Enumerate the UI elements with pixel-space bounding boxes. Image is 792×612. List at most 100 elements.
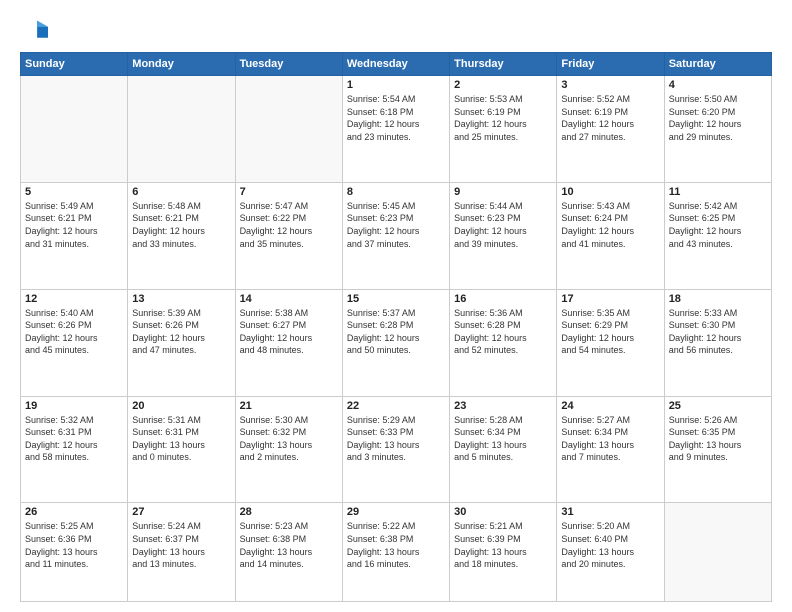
- calendar-cell: [664, 503, 771, 602]
- day-number: 27: [132, 506, 230, 518]
- calendar-cell: 19 Sunrise: 5:32 AM Sunset: 6:31 PM Dayli…: [21, 396, 128, 503]
- day-number: 8: [347, 186, 445, 198]
- day-info: Sunrise: 5:45 AM Sunset: 6:23 PM Dayligh…: [347, 200, 445, 250]
- day-info: Sunrise: 5:31 AM Sunset: 6:31 PM Dayligh…: [132, 414, 230, 464]
- page: SundayMondayTuesdayWednesdayThursdayFrid…: [0, 0, 792, 612]
- day-number: 17: [561, 293, 659, 305]
- weekday-header-row: SundayMondayTuesdayWednesdayThursdayFrid…: [21, 53, 772, 76]
- day-number: 21: [240, 400, 338, 412]
- calendar-cell: 22Sunrise: 5:29 AM Sunset: 6:33 PM Dayli…: [342, 396, 449, 503]
- calendar-cell: 16 Sunrise: 5:36 AM Sunset: 6:28 PM Dayli…: [450, 289, 557, 396]
- day-number: 6: [132, 186, 230, 198]
- calendar-cell: 21 Sunrise: 5:30 AM Sunset: 6:32 PM Dayli…: [235, 396, 342, 503]
- day-number: 9: [454, 186, 552, 198]
- day-number: 18: [669, 293, 767, 305]
- day-info: Sunrise: 5:32 AM Sunset: 6:31 PM Dayligh…: [25, 414, 123, 464]
- day-number: 30: [454, 506, 552, 518]
- weekday-header-friday: Friday: [557, 53, 664, 76]
- day-info: Sunrise: 5:38 AM Sunset: 6:27 PM Dayligh…: [240, 307, 338, 357]
- logo: [20, 16, 52, 44]
- calendar-cell: 30 Sunrise: 5:21 AM Sunset: 6:39 PM Dayli…: [450, 503, 557, 602]
- weekday-header-wednesday: Wednesday: [342, 53, 449, 76]
- day-number: 2: [454, 79, 552, 91]
- day-number: 14: [240, 293, 338, 305]
- day-info: Sunrise: 5:49 AM Sunset: 6:21 PM Dayligh…: [25, 200, 123, 250]
- day-number: 10: [561, 186, 659, 198]
- day-info: Sunrise: 5:21 AM Sunset: 6:39 PM Dayligh…: [454, 520, 552, 570]
- day-info: Sunrise: 5:28 AM Sunset: 6:34 PM Dayligh…: [454, 414, 552, 464]
- calendar-cell: 10 Sunrise: 5:43 AM Sunset: 6:24 PM Dayli…: [557, 182, 664, 289]
- day-info: Sunrise: 5:39 AM Sunset: 6:26 PM Dayligh…: [132, 307, 230, 357]
- calendar-cell: 24Sunrise: 5:27 AM Sunset: 6:34 PM Dayli…: [557, 396, 664, 503]
- calendar-cell: 9Sunrise: 5:44 AM Sunset: 6:23 PM Daylig…: [450, 182, 557, 289]
- day-info: Sunrise: 5:35 AM Sunset: 6:29 PM Dayligh…: [561, 307, 659, 357]
- day-number: 20: [132, 400, 230, 412]
- calendar-cell: 1 Sunrise: 5:54 AM Sunset: 6:18 PM Daylig…: [342, 76, 449, 183]
- calendar-cell: 17 Sunrise: 5:35 AM Sunset: 6:29 PM Dayli…: [557, 289, 664, 396]
- calendar-week-1: 1 Sunrise: 5:54 AM Sunset: 6:18 PM Daylig…: [21, 76, 772, 183]
- day-number: 5: [25, 186, 123, 198]
- day-number: 26: [25, 506, 123, 518]
- calendar-cell: 15 Sunrise: 5:37 AM Sunset: 6:28 PM Dayli…: [342, 289, 449, 396]
- calendar-cell: 25 Sunrise: 5:26 AM Sunset: 6:35 PM Dayli…: [664, 396, 771, 503]
- weekday-header-monday: Monday: [128, 53, 235, 76]
- day-number: 31: [561, 506, 659, 518]
- day-info: Sunrise: 5:24 AM Sunset: 6:37 PM Dayligh…: [132, 520, 230, 570]
- calendar-table: SundayMondayTuesdayWednesdayThursdayFrid…: [20, 52, 772, 602]
- calendar-cell: 20 Sunrise: 5:31 AM Sunset: 6:31 PM Dayli…: [128, 396, 235, 503]
- day-info: Sunrise: 5:23 AM Sunset: 6:38 PM Dayligh…: [240, 520, 338, 570]
- day-number: 7: [240, 186, 338, 198]
- day-info: Sunrise: 5:43 AM Sunset: 6:24 PM Dayligh…: [561, 200, 659, 250]
- day-number: 15: [347, 293, 445, 305]
- calendar-cell: [128, 76, 235, 183]
- calendar-cell: 23 Sunrise: 5:28 AM Sunset: 6:34 PM Dayli…: [450, 396, 557, 503]
- day-info: Sunrise: 5:26 AM Sunset: 6:35 PM Dayligh…: [669, 414, 767, 464]
- weekday-header-tuesday: Tuesday: [235, 53, 342, 76]
- calendar-cell: 3Sunrise: 5:52 AM Sunset: 6:19 PM Daylig…: [557, 76, 664, 183]
- calendar-cell: 27 Sunrise: 5:24 AM Sunset: 6:37 PM Dayli…: [128, 503, 235, 602]
- day-info: Sunrise: 5:33 AM Sunset: 6:30 PM Dayligh…: [669, 307, 767, 357]
- calendar-week-2: 5 Sunrise: 5:49 AM Sunset: 6:21 PM Daylig…: [21, 182, 772, 289]
- calendar-cell: [21, 76, 128, 183]
- weekday-header-thursday: Thursday: [450, 53, 557, 76]
- calendar-cell: 12Sunrise: 5:40 AM Sunset: 6:26 PM Dayli…: [21, 289, 128, 396]
- calendar-cell: 5 Sunrise: 5:49 AM Sunset: 6:21 PM Daylig…: [21, 182, 128, 289]
- calendar-cell: 31 Sunrise: 5:20 AM Sunset: 6:40 PM Dayli…: [557, 503, 664, 602]
- calendar-cell: 11Sunrise: 5:42 AM Sunset: 6:25 PM Dayli…: [664, 182, 771, 289]
- day-info: Sunrise: 5:37 AM Sunset: 6:28 PM Dayligh…: [347, 307, 445, 357]
- calendar-cell: 2 Sunrise: 5:53 AM Sunset: 6:19 PM Daylig…: [450, 76, 557, 183]
- day-number: 11: [669, 186, 767, 198]
- calendar-cell: 6 Sunrise: 5:48 AM Sunset: 6:21 PM Daylig…: [128, 182, 235, 289]
- logo-icon: [20, 16, 48, 44]
- day-number: 19: [25, 400, 123, 412]
- day-info: Sunrise: 5:53 AM Sunset: 6:19 PM Dayligh…: [454, 93, 552, 143]
- day-info: Sunrise: 5:54 AM Sunset: 6:18 PM Dayligh…: [347, 93, 445, 143]
- calendar-cell: 14 Sunrise: 5:38 AM Sunset: 6:27 PM Dayli…: [235, 289, 342, 396]
- calendar-cell: 26Sunrise: 5:25 AM Sunset: 6:36 PM Dayli…: [21, 503, 128, 602]
- calendar-cell: 13 Sunrise: 5:39 AM Sunset: 6:26 PM Dayli…: [128, 289, 235, 396]
- calendar-week-5: 26Sunrise: 5:25 AM Sunset: 6:36 PM Dayli…: [21, 503, 772, 602]
- day-number: 16: [454, 293, 552, 305]
- day-info: Sunrise: 5:36 AM Sunset: 6:28 PM Dayligh…: [454, 307, 552, 357]
- calendar-week-3: 12Sunrise: 5:40 AM Sunset: 6:26 PM Dayli…: [21, 289, 772, 396]
- day-info: Sunrise: 5:50 AM Sunset: 6:20 PM Dayligh…: [669, 93, 767, 143]
- day-number: 3: [561, 79, 659, 91]
- day-number: 4: [669, 79, 767, 91]
- calendar-cell: 4 Sunrise: 5:50 AM Sunset: 6:20 PM Daylig…: [664, 76, 771, 183]
- calendar-week-4: 19 Sunrise: 5:32 AM Sunset: 6:31 PM Dayli…: [21, 396, 772, 503]
- day-number: 1: [347, 79, 445, 91]
- day-info: Sunrise: 5:27 AM Sunset: 6:34 PM Dayligh…: [561, 414, 659, 464]
- day-info: Sunrise: 5:22 AM Sunset: 6:38 PM Dayligh…: [347, 520, 445, 570]
- day-info: Sunrise: 5:30 AM Sunset: 6:32 PM Dayligh…: [240, 414, 338, 464]
- day-number: 29: [347, 506, 445, 518]
- day-number: 13: [132, 293, 230, 305]
- day-number: 22: [347, 400, 445, 412]
- day-number: 12: [25, 293, 123, 305]
- calendar-cell: [235, 76, 342, 183]
- day-info: Sunrise: 5:47 AM Sunset: 6:22 PM Dayligh…: [240, 200, 338, 250]
- day-info: Sunrise: 5:48 AM Sunset: 6:21 PM Dayligh…: [132, 200, 230, 250]
- day-number: 25: [669, 400, 767, 412]
- calendar-cell: 28Sunrise: 5:23 AM Sunset: 6:38 PM Dayli…: [235, 503, 342, 602]
- day-number: 23: [454, 400, 552, 412]
- day-info: Sunrise: 5:20 AM Sunset: 6:40 PM Dayligh…: [561, 520, 659, 570]
